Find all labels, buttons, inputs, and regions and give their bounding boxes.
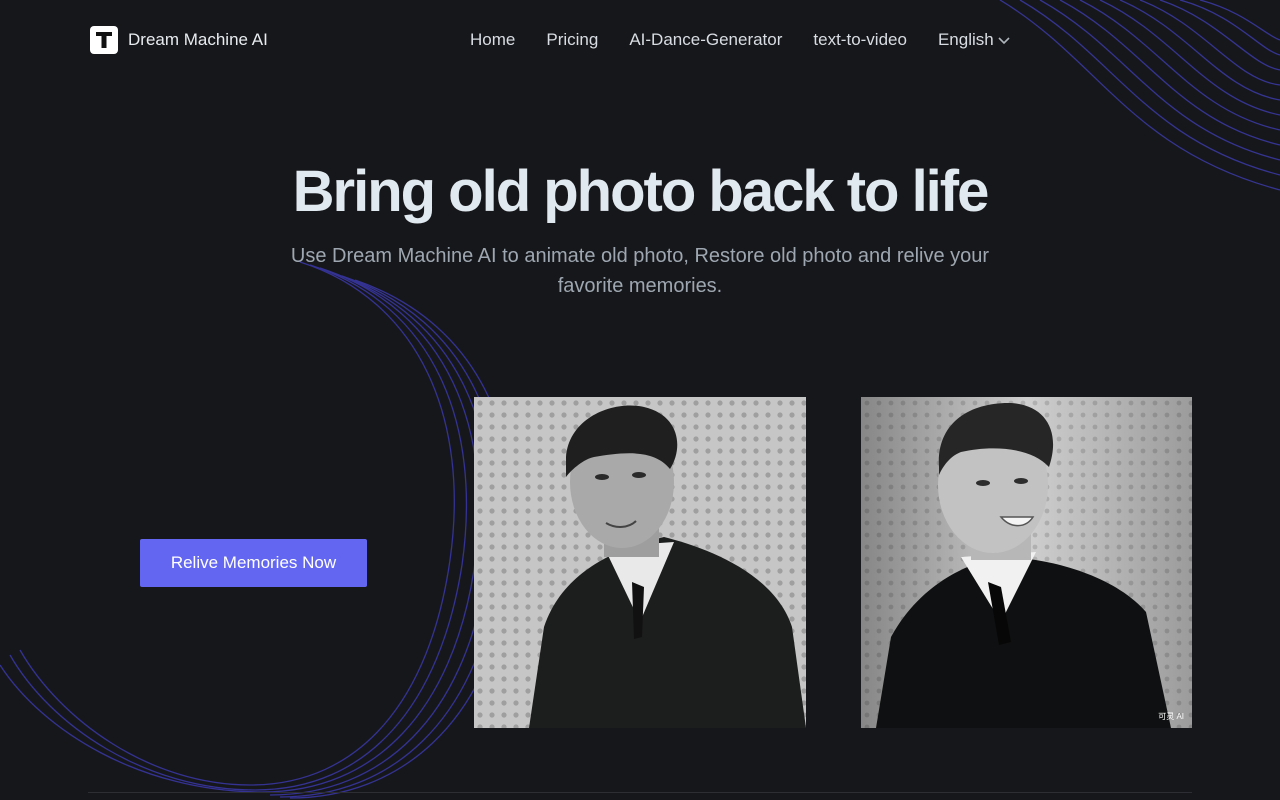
language-label: English	[937, 30, 994, 49]
before-photo	[474, 397, 806, 728]
top-navigation: Dream Machine AI Home Pricing AI-Dance-G…	[0, 0, 1280, 80]
brand-logo-link[interactable]: Dream Machine AI	[90, 26, 268, 54]
brand-name: Dream Machine AI	[128, 30, 268, 49]
nav-links: Home Pricing AI-Dance-Generator text-to-…	[470, 30, 1011, 50]
nav-link-text-to-video[interactable]: text-to-video	[813, 30, 907, 50]
nav-link-pricing[interactable]: Pricing	[546, 30, 598, 50]
brand-logo-icon	[90, 26, 118, 54]
after-photo: 可灵 AI	[861, 397, 1192, 728]
watermark-text: 可灵 AI	[1158, 712, 1184, 721]
hero-title: Bring old photo back to life	[292, 159, 990, 224]
language-selector[interactable]: English	[938, 30, 1011, 50]
hero-subtitle: Use Dream Machine AI to animate old phot…	[290, 245, 990, 297]
chevron-down-icon	[998, 37, 1010, 45]
relive-memories-button[interactable]: Relive Memories Now	[140, 539, 367, 587]
nav-link-ai-dance-generator[interactable]: AI-Dance-Generator	[629, 30, 782, 50]
section-divider	[88, 792, 1192, 793]
nav-link-home[interactable]: Home	[470, 30, 515, 50]
